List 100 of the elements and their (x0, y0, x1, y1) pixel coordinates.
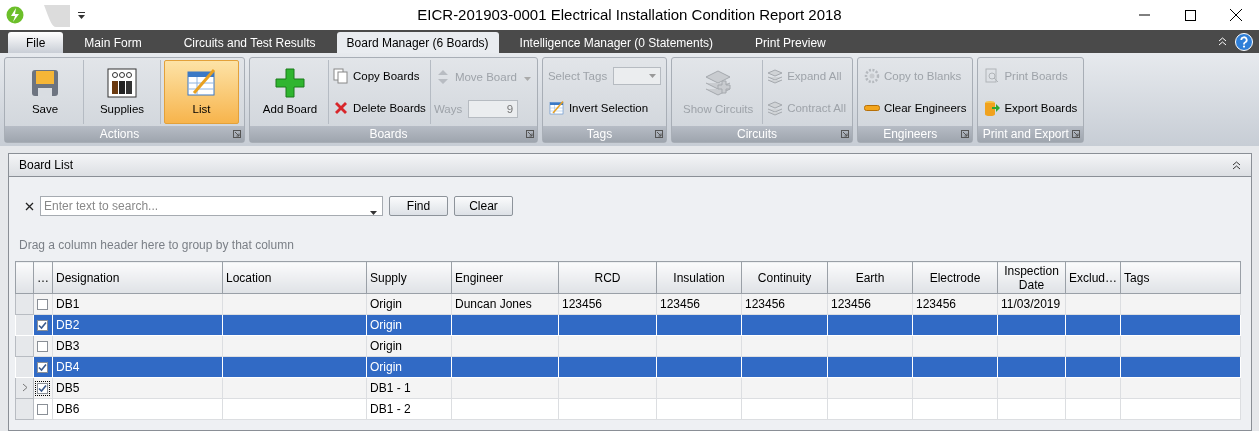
group-title: Engineers (883, 127, 938, 141)
table-cell: DB1 - 2 (370, 402, 411, 416)
table-cell: Origin (370, 360, 402, 374)
table-cell: DB3 (56, 339, 80, 353)
group-by-hint: Drag a column header here to group by that column (18, 237, 295, 254)
panel-title: Board List (19, 158, 74, 172)
ribbon-button[interactable]: Clear Engineers (862, 98, 968, 118)
collapse-ribbon-icon[interactable] (1218, 37, 1227, 46)
select-tags-label: Select Tags (547, 69, 608, 82)
maximize-icon[interactable] (1184, 9, 1196, 21)
dropdown-caret-icon[interactable] (370, 211, 377, 215)
table-cell: 123456 (745, 297, 786, 311)
close-icon[interactable] (1230, 9, 1242, 21)
ribbon-tab[interactable]: Circuits and Test Results (162, 32, 337, 53)
table-cell: 11/03/2019 (1001, 297, 1061, 311)
search-field[interactable]: Enter text to search... (40, 196, 383, 216)
column-header[interactable]: Exclud… (1065, 261, 1121, 294)
column-header[interactable]: Earth (827, 261, 913, 294)
ribbon-button[interactable]: Add Board (255, 60, 325, 124)
column-header[interactable]: Location (222, 261, 367, 294)
layers-icon (767, 100, 784, 116)
table-cell: DB2 (56, 318, 80, 332)
column-header[interactable]: Electrode (912, 261, 998, 294)
ribbon-tab[interactable]: Intelligence Manager (0 Statements) (498, 32, 735, 53)
table-cell: 123456 (916, 297, 957, 311)
column-header[interactable]: Supply (366, 261, 452, 294)
table-cell: Origin (370, 297, 402, 311)
plus-icon (274, 67, 306, 99)
ribbon-tab[interactable]: File (8, 32, 64, 53)
column-header[interactable]: Engineer (451, 261, 559, 294)
database-arrow-icon (984, 100, 1001, 116)
table-row[interactable]: DB6 DB1 - 2 (15, 398, 1241, 420)
group-title: Tags (586, 127, 613, 141)
gear-icon (863, 68, 880, 84)
table-row[interactable]: DB3 Origin (15, 335, 1241, 357)
ribbon-button[interactable]: Delete Boards (332, 98, 427, 118)
layers-icon (767, 68, 784, 84)
table-cell: DB1 (56, 297, 80, 311)
table-cell: Origin (370, 318, 402, 332)
row-checkbox[interactable] (37, 383, 48, 395)
column-header[interactable]: Inspection Date (997, 261, 1066, 294)
table-cell: 123456 (562, 297, 603, 311)
ways-label: Ways (433, 102, 463, 115)
switch-panel-icon (106, 67, 138, 99)
row-checkbox[interactable] (37, 320, 48, 332)
ribbon-tab[interactable]: Main Form (63, 32, 163, 53)
ribbon-button[interactable]: Copy Boards (332, 66, 427, 86)
close-search-icon[interactable] (25, 201, 34, 211)
row-checkbox[interactable] (37, 341, 48, 353)
table-cell: DB4 (56, 360, 80, 374)
column-header[interactable]: Continuity (741, 261, 828, 294)
collapse-icon[interactable] (1232, 160, 1241, 170)
help-icon[interactable] (1235, 32, 1253, 51)
table-cell: 123456 (831, 297, 872, 311)
row-checkbox[interactable] (37, 362, 48, 374)
ribbon-tab[interactable]: Print Preview (734, 32, 847, 53)
group-title: Print and Export (982, 127, 1069, 141)
table-cell: Origin (370, 339, 402, 353)
group-title: Circuits (737, 127, 778, 141)
minimize-icon[interactable] (1138, 14, 1150, 16)
ribbon-button[interactable]: Supplies (87, 60, 157, 124)
window-title: EICR-201903-0001 Electrical Installation Condition Report 2018 (417, 6, 842, 23)
dialog-launcher-icon[interactable] (961, 130, 970, 138)
table-cell: DB6 (56, 402, 80, 416)
table-row[interactable]: DB1 Origin Duncan Jones 123456 123456 123456 123456 123456 11/03/2019 (15, 293, 1241, 315)
ribbon-button[interactable]: Invert Selection (547, 97, 662, 118)
dialog-launcher-icon[interactable] (1072, 130, 1081, 138)
group-title: Actions (99, 127, 140, 141)
dialog-launcher-icon[interactable] (655, 130, 664, 138)
search-button[interactable]: Find (389, 196, 448, 216)
search-button[interactable]: Clear (454, 196, 513, 216)
page-magnifier-icon (984, 68, 1001, 84)
ribbon-button[interactable]: Export Boards (983, 98, 1079, 118)
column-header[interactable]: RCD (558, 261, 657, 294)
table-cell: 123456 (660, 297, 701, 311)
copy-icon (333, 68, 349, 84)
table-cell: DB1 - 1 (370, 381, 411, 395)
table-cell: Duncan Jones (455, 297, 532, 311)
column-header[interactable]: Tags (1120, 261, 1241, 294)
table-pencil-icon (185, 67, 218, 99)
ribbon-button[interactable]: List (164, 60, 239, 124)
ribbon-button[interactable]: Save (10, 60, 80, 124)
group-title: Boards (369, 127, 408, 141)
dialog-launcher-icon[interactable] (233, 130, 241, 138)
table-row[interactable]: DB2 Origin (15, 314, 1241, 336)
tags-combo-field[interactable] (613, 66, 662, 85)
table-pencil-icon (548, 99, 565, 116)
ribbon-tab[interactable]: Board Manager (6 Boards) (336, 32, 499, 53)
cross-icon (333, 100, 349, 116)
dialog-launcher-icon[interactable] (840, 130, 849, 138)
table-row[interactable]: DB5 DB1 - 1 (15, 377, 1241, 399)
table-row[interactable]: DB4 Origin (15, 356, 1241, 378)
table-cell: DB5 (56, 381, 80, 395)
column-header[interactable]: Designation (52, 261, 223, 294)
row-checkbox[interactable] (37, 299, 48, 311)
lightning-icon (6, 6, 24, 24)
dialog-launcher-icon[interactable] (525, 130, 534, 138)
customize-caret-icon[interactable] (78, 11, 85, 19)
row-checkbox[interactable] (37, 404, 48, 416)
column-header[interactable]: Insulation (656, 261, 742, 294)
